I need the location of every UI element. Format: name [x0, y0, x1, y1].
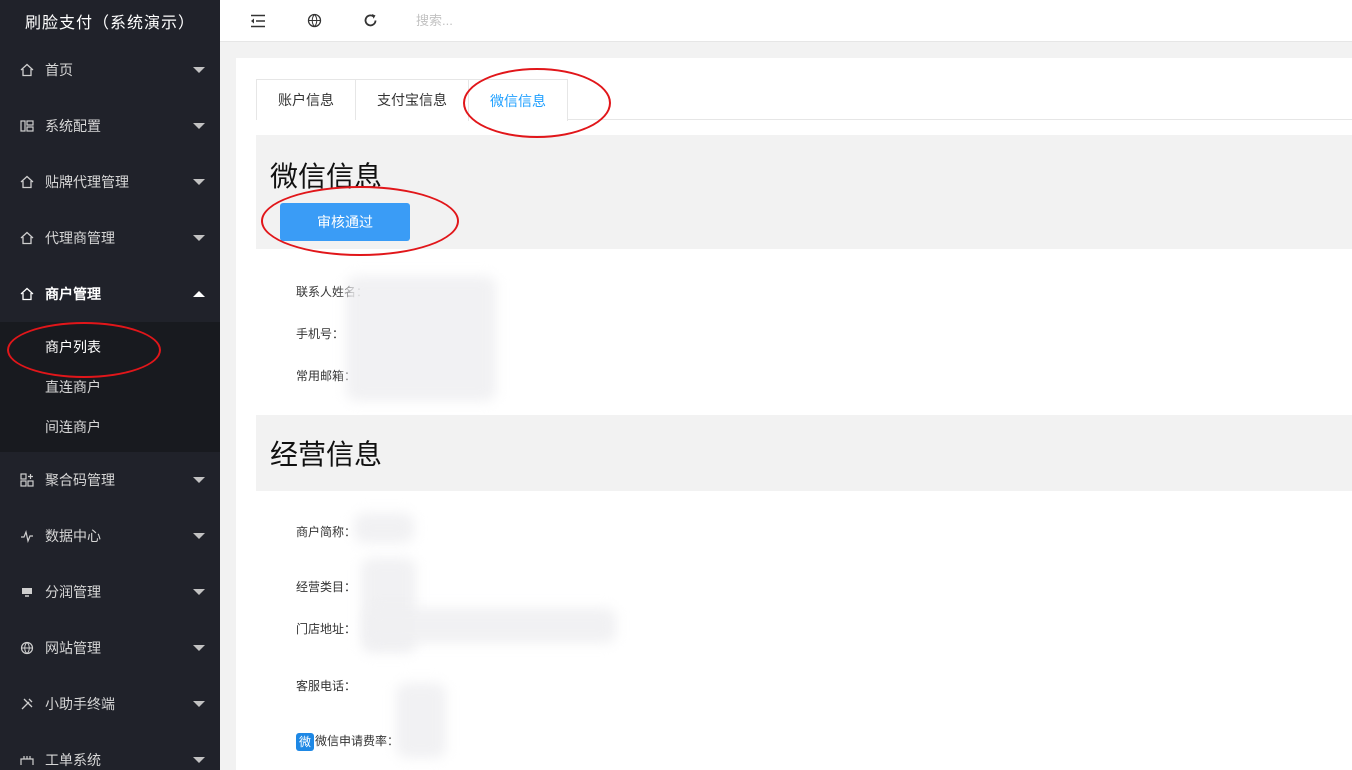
config-icon — [20, 119, 34, 133]
sidebar-subitem-direct-merchant[interactable]: 直连商户 — [0, 367, 220, 407]
caret-down-icon — [193, 701, 205, 707]
field-label: 门店地址： — [296, 622, 357, 636]
qrcode-icon — [20, 473, 34, 487]
redaction-blur — [396, 683, 446, 758]
sidebar-subitem-indirect-merchant[interactable]: 间连商户 — [0, 407, 220, 447]
globe-icon — [20, 641, 34, 655]
caret-down-icon — [193, 67, 205, 73]
sidebar-item-system-config[interactable]: 系统配置 — [0, 98, 220, 154]
sidebar-item-profit[interactable]: 分润管理 — [0, 564, 220, 620]
sidebar-item-label: 聚合码管理 — [45, 472, 115, 488]
menu-toggle-button[interactable] — [230, 0, 286, 42]
sidebar-item-website[interactable]: 网站管理 — [0, 620, 220, 676]
caret-down-icon — [193, 757, 205, 763]
sidebar-item-label: 小助手终端 — [45, 696, 115, 712]
redaction-blur — [366, 608, 616, 643]
caret-down-icon — [193, 235, 205, 241]
caret-down-icon — [193, 645, 205, 651]
top-header — [220, 0, 1352, 42]
caret-down-icon — [193, 477, 205, 483]
business-category-field: 经营类目： — [296, 578, 364, 595]
wechat-section-title: 微信信息 — [270, 161, 383, 192]
refresh-icon — [364, 14, 376, 27]
tab-wechat-info[interactable]: 微信信息 — [468, 79, 568, 121]
sidebar-item-label: 商户管理 — [45, 286, 101, 302]
app-title: 刷脸支付（系统演示） — [0, 0, 220, 42]
caret-up-icon — [193, 291, 205, 297]
wechat-section-header: 微信信息 审核通过 — [256, 135, 1352, 249]
refresh-button[interactable] — [342, 0, 398, 42]
wechat-icon: 微 — [296, 732, 314, 751]
sidebar-item-label: 分润管理 — [45, 584, 101, 600]
service-phone-field: 客服电话： — [296, 677, 364, 694]
tab-account-info[interactable]: 账户信息 — [256, 79, 356, 120]
home-icon — [20, 175, 34, 189]
merchant-submenu: 商户列表 直连商户 间连商户 — [0, 322, 220, 452]
content-card: 账户信息 支付宝信息 微信信息 微信信息 审核通过 联系人姓名： 手机号： 常用… — [236, 58, 1352, 770]
field-label: 微信申请费率： — [315, 734, 400, 748]
caret-down-icon — [193, 533, 205, 539]
tab-bar: 账户信息 支付宝信息 微信信息 — [256, 79, 1352, 121]
field-label: 客服电话： — [296, 679, 357, 693]
tools-icon — [20, 697, 34, 711]
field-label: 商户简称： — [296, 525, 357, 539]
sidebar-item-brand-agent[interactable]: 贴牌代理管理 — [0, 154, 220, 210]
menu-fold-icon — [251, 14, 265, 27]
caret-down-icon — [193, 589, 205, 595]
sidebar-item-label: 工单系统 — [45, 752, 101, 768]
sidebar-item-merchant[interactable]: 商户管理 — [0, 266, 220, 322]
redaction-blur — [354, 513, 414, 543]
sidebar-item-qrcode[interactable]: 聚合码管理 — [0, 452, 220, 508]
sidebar: 刷脸支付（系统演示） 首页 系统配置 贴牌代理管理 代理商管理 商户管理 商户列… — [0, 0, 220, 770]
business-section-header: 经营信息 — [256, 415, 1352, 491]
sidebar-item-data-center[interactable]: 数据中心 — [0, 508, 220, 564]
home-icon — [20, 231, 34, 245]
sidebar-item-label: 系统配置 — [45, 118, 101, 134]
sidebar-item-label: 网站管理 — [45, 640, 101, 656]
caret-down-icon — [193, 179, 205, 185]
sidebar-item-home[interactable]: 首页 — [0, 42, 220, 98]
field-label: 手机号： — [296, 327, 345, 341]
sidebar-item-label: 首页 — [45, 62, 73, 78]
sidebar-item-label: 数据中心 — [45, 528, 101, 544]
field-label: 经营类目： — [296, 580, 357, 594]
tab-alipay-info[interactable]: 支付宝信息 — [355, 79, 469, 120]
sidebar-subitem-merchant-list[interactable]: 商户列表 — [0, 327, 220, 367]
monitor-icon — [20, 585, 34, 599]
caret-down-icon — [193, 123, 205, 129]
sidebar-item-label: 代理商管理 — [45, 230, 115, 246]
website-button[interactable] — [286, 0, 342, 42]
globe-icon — [307, 13, 321, 28]
redaction-blur — [346, 276, 496, 401]
business-section-title: 经营信息 — [270, 439, 383, 470]
sidebar-item-label: 贴牌代理管理 — [45, 174, 129, 190]
phone-field: 手机号： — [296, 325, 352, 342]
pulse-icon — [20, 529, 34, 543]
sidebar-item-agent[interactable]: 代理商管理 — [0, 210, 220, 266]
home-icon — [20, 287, 34, 301]
ticket-icon — [20, 753, 34, 767]
wechat-rate-field: 微微信申请费率： — [296, 732, 407, 751]
sidebar-item-assistant[interactable]: 小助手终端 — [0, 676, 220, 732]
approve-button[interactable]: 审核通过 — [280, 203, 410, 241]
sidebar-item-ticket[interactable]: 工单系统 — [0, 732, 220, 770]
store-address-field: 门店地址： — [296, 620, 364, 637]
search-input[interactable] — [416, 5, 616, 36]
home-icon — [20, 63, 34, 77]
